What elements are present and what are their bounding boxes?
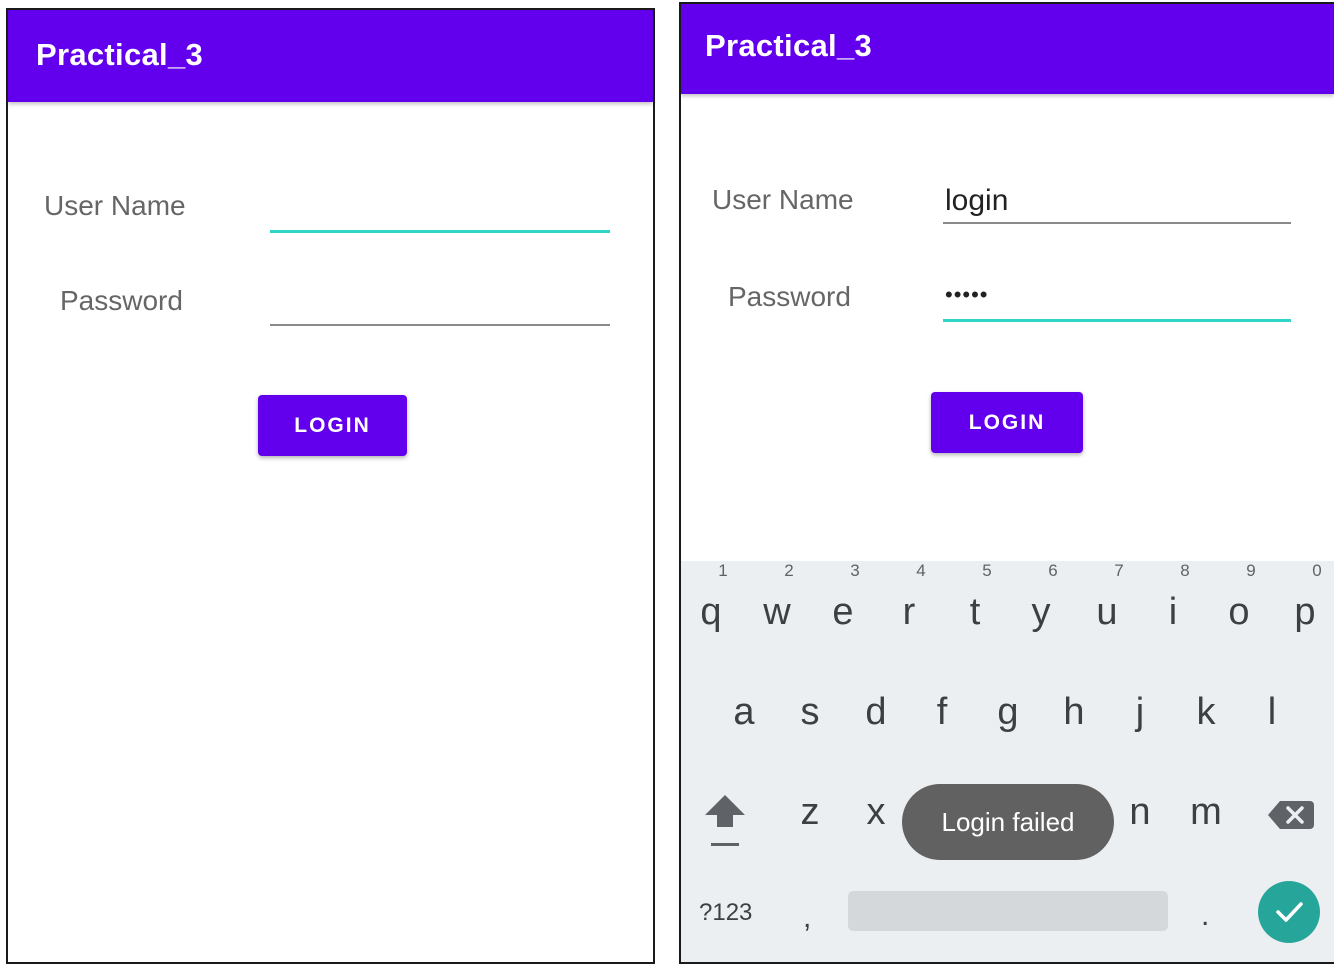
app-bar: Practical_3 xyxy=(8,10,653,102)
key-h[interactable]: h xyxy=(1044,691,1104,734)
key-z[interactable]: z xyxy=(780,791,840,834)
login-button[interactable]: LOGIN xyxy=(931,392,1083,453)
shift-key[interactable] xyxy=(701,791,749,851)
key-k[interactable]: k xyxy=(1176,691,1236,734)
username-underline xyxy=(943,222,1291,224)
key-l[interactable]: l xyxy=(1242,691,1302,734)
password-label: Password xyxy=(728,281,851,312)
comma-key[interactable]: , xyxy=(803,901,811,935)
key-a[interactable]: a xyxy=(714,691,774,734)
key-r[interactable]: 4r xyxy=(879,561,939,634)
backspace-key[interactable] xyxy=(1266,795,1316,835)
key-d[interactable]: d xyxy=(846,691,906,734)
username-value: login xyxy=(945,184,1009,217)
password-value: ••••• xyxy=(945,282,989,307)
password-underline xyxy=(270,324,610,326)
soft-keyboard: 1q 2w 3e 4r 5t 6y 7u 8i 9o 0p a s d f g … xyxy=(681,561,1334,962)
key-g[interactable]: g xyxy=(978,691,1038,734)
password-field[interactable]: ••••• xyxy=(943,272,1291,322)
key-j[interactable]: j xyxy=(1110,691,1170,734)
login-screen-failed: Practical_3 User Name login Password •••… xyxy=(679,2,1334,964)
symbols-key[interactable]: ?123 xyxy=(699,899,752,927)
username-underline xyxy=(270,230,610,233)
enter-key[interactable] xyxy=(1258,881,1320,943)
check-icon xyxy=(1276,902,1303,922)
key-q[interactable]: 1q xyxy=(681,561,741,634)
app-bar: Practical_3 xyxy=(681,4,1334,94)
username-field[interactable] xyxy=(270,183,610,233)
key-i[interactable]: 8i xyxy=(1143,561,1203,634)
username-field[interactable]: login xyxy=(943,174,1291,224)
password-field[interactable] xyxy=(270,276,610,326)
key-s[interactable]: s xyxy=(780,691,840,734)
key-f[interactable]: f xyxy=(912,691,972,734)
username-label: User Name xyxy=(712,184,854,215)
key-x[interactable]: x xyxy=(846,791,906,834)
password-label: Password xyxy=(60,285,183,316)
key-y[interactable]: 6y xyxy=(1011,561,1071,634)
app-title: Practical_3 xyxy=(705,28,873,63)
login-button[interactable]: LOGIN xyxy=(258,395,407,456)
toast-message: Login failed xyxy=(902,784,1114,860)
login-screen-empty: Practical_3 User Name Password LOGIN xyxy=(6,8,655,964)
space-bar[interactable] xyxy=(848,891,1168,931)
key-t[interactable]: 5t xyxy=(945,561,1005,634)
key-o[interactable]: 9o xyxy=(1209,561,1269,634)
username-label: User Name xyxy=(44,190,186,221)
key-e[interactable]: 3e xyxy=(813,561,873,634)
key-w[interactable]: 2w xyxy=(747,561,807,634)
key-m[interactable]: m xyxy=(1176,791,1236,834)
period-key[interactable]: . xyxy=(1201,899,1209,933)
password-underline xyxy=(943,319,1291,322)
app-title: Practical_3 xyxy=(36,37,204,72)
key-n[interactable]: n xyxy=(1110,791,1170,834)
backspace-icon xyxy=(1268,801,1314,829)
key-p[interactable]: 0p xyxy=(1275,561,1334,634)
key-u[interactable]: 7u xyxy=(1077,561,1137,634)
shift-arrow-icon xyxy=(705,795,745,846)
